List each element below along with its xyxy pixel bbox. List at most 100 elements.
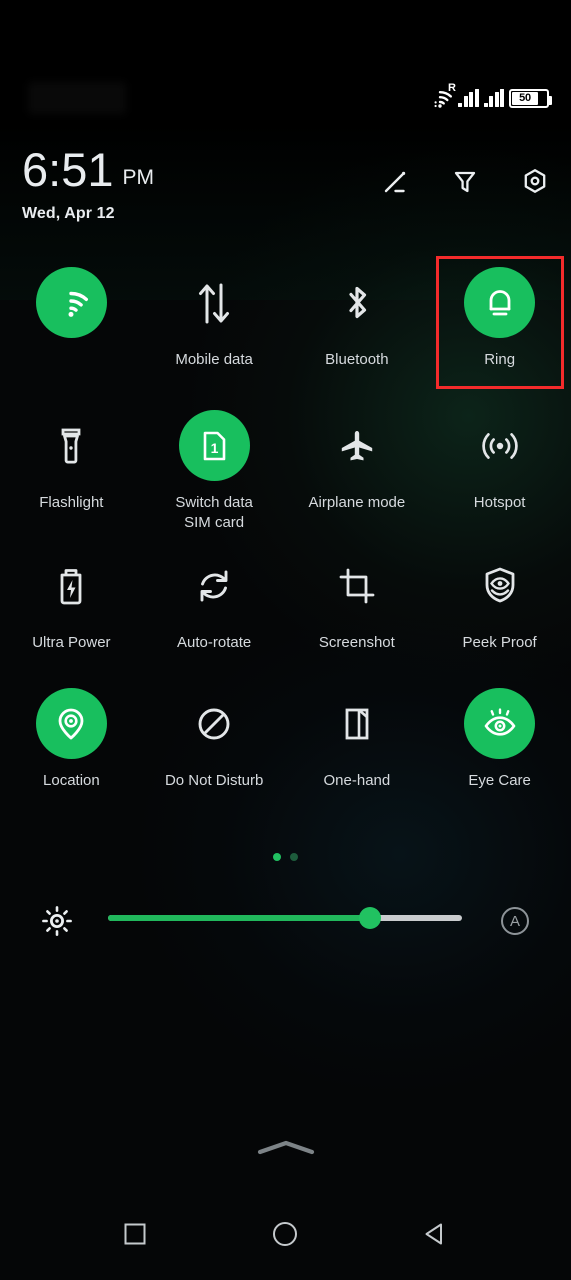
tile-row: Mobile data Bluetooth Ring: [0, 255, 571, 398]
clock: 6:51 PM: [22, 146, 154, 193]
auto-rotate-icon: [200, 570, 228, 601]
tile-label: Eye Care: [468, 772, 531, 789]
tile-icon-wrapper: 1: [178, 410, 250, 481]
tile-icon-wrapper: [464, 410, 535, 481]
bluetooth-icon: [349, 286, 366, 318]
page-indicator[interactable]: [0, 853, 571, 861]
page-dot-inactive[interactable]: [290, 853, 298, 861]
tile-label: Flashlight: [39, 494, 104, 511]
status-bar: R 50: [0, 78, 571, 118]
screenshot-crop-icon: [339, 568, 375, 603]
tile-label: Mobile data: [175, 351, 253, 368]
flashlight-icon: [61, 428, 81, 463]
svg-text:1: 1: [211, 440, 219, 456]
tile-one-hand[interactable]: One-hand: [286, 676, 429, 806]
tile-icon-wrapper: [36, 410, 107, 481]
panel-header: 6:51 PM Wed, Apr 12: [0, 146, 571, 236]
tile-icon-wrapper: [179, 688, 250, 759]
tile-airplane-mode[interactable]: Airplane mode: [286, 398, 429, 538]
clock-block: 6:51 PM Wed, Apr 12: [22, 146, 154, 223]
tile-mobile-data[interactable]: Mobile data: [143, 255, 286, 398]
clock-date-label: Wed, Apr 12: [22, 205, 115, 222]
tile-label: Hotspot: [473, 494, 526, 511]
tile-icon-wrapper: [321, 410, 392, 481]
tile-location[interactable]: Location: [0, 676, 143, 806]
tile-label: Switch data SIM card: [175, 494, 253, 531]
quick-settings-panel: R 50 6:51 PM Wed, Apr 12 Mobile data Blu…: [0, 0, 571, 1280]
brightness-control: A: [0, 898, 571, 942]
signal-bars-sim1-icon: [458, 89, 479, 107]
brightness-slider-fill: [108, 915, 370, 921]
battery-level-label: 50: [519, 91, 531, 104]
clock-time-label: 6:51: [22, 143, 114, 196]
tile-label: Do Not Disturb: [164, 772, 264, 789]
tile-row: Ultra Power Auto-rotate Screenshot Peek …: [0, 538, 571, 676]
wifi-icon: R: [427, 83, 456, 108]
tile-label: Auto-rotate: [177, 634, 252, 651]
header-actions: [377, 164, 553, 200]
tile-label: Airplane mode: [308, 494, 406, 511]
tile-hotspot[interactable]: Hotspot: [428, 398, 571, 538]
home-button[interactable]: [257, 1206, 313, 1262]
tile-flashlight[interactable]: Flashlight: [0, 398, 143, 538]
filter-icon[interactable]: [447, 164, 483, 200]
shield-eye-icon: [485, 567, 515, 602]
back-button[interactable]: [408, 1206, 464, 1262]
tile-row: Location Do Not Disturb One-hand Eye Car…: [0, 676, 571, 806]
battery-bolt-icon: [60, 568, 82, 604]
do-not-disturb-icon: [198, 708, 230, 739]
hotspot-icon: [481, 432, 518, 459]
tile-wifi[interactable]: [0, 255, 143, 398]
location-pin-icon: [58, 708, 84, 739]
sim-card-icon: 1: [203, 431, 226, 460]
tile-label: Location: [43, 772, 100, 789]
tile-eye-care[interactable]: Eye Care: [428, 676, 571, 806]
ring-bell-icon: [489, 289, 511, 315]
tile-icon-wrapper: [35, 688, 107, 759]
settings-gear-icon[interactable]: [517, 164, 553, 200]
quick-settings-tile-grid: Mobile data Bluetooth Ring Flashlight 1 …: [0, 255, 571, 806]
tile-ring[interactable]: Ring: [428, 255, 571, 398]
tile-icon-wrapper: [179, 267, 250, 338]
tile-bluetooth[interactable]: Bluetooth: [286, 255, 429, 398]
airplane-icon: [341, 430, 373, 460]
tile-icon-wrapper: [321, 550, 392, 621]
tile-switch-data-sim-card[interactable]: 1 Switch data SIM card: [143, 398, 286, 538]
tile-peek-proof[interactable]: Peek Proof: [428, 538, 571, 676]
navigation-bar: [0, 1188, 571, 1280]
tile-label: Screenshot: [318, 634, 395, 651]
collapse-chevron-handle-icon[interactable]: [0, 1132, 571, 1162]
signal-bars-sim2-icon: [483, 89, 504, 107]
edit-tiles-icon[interactable]: [377, 164, 413, 200]
tile-icon-wrapper: [321, 688, 392, 759]
eye-care-icon: [484, 707, 515, 736]
one-hand-icon: [345, 708, 369, 739]
tile-icon-wrapper: [464, 550, 535, 621]
tile-label: One-hand: [323, 772, 391, 789]
tile-label: Ultra Power: [32, 634, 111, 651]
brightness-sun-icon: [38, 902, 76, 940]
brightness-slider-thumb[interactable]: [358, 907, 381, 929]
tile-label: Ring: [484, 351, 516, 368]
tile-ultra-power[interactable]: Ultra Power: [0, 538, 143, 676]
roaming-indicator-label: R: [448, 82, 456, 94]
tile-icon-wrapper: [464, 267, 536, 338]
tile-label: Bluetooth: [325, 351, 389, 368]
tile-row: Flashlight 1 Switch data SIM card Airpla…: [0, 398, 571, 538]
tile-do-not-disturb[interactable]: Do Not Disturb: [143, 676, 286, 806]
tile-icon-wrapper: [35, 267, 107, 338]
tile-icon-wrapper: [179, 550, 250, 621]
mobile-data-icon: [199, 283, 230, 323]
tile-auto-rotate[interactable]: Auto-rotate: [143, 538, 286, 676]
brightness-slider[interactable]: [108, 907, 462, 929]
battery-icon: 50: [509, 88, 552, 108]
tile-icon-wrapper: [36, 550, 107, 621]
recents-button[interactable]: [107, 1206, 163, 1262]
tile-screenshot[interactable]: Screenshot: [286, 538, 429, 676]
auto-brightness-icon[interactable]: A: [498, 904, 532, 938]
clock-ampm-label: PM: [122, 166, 154, 189]
page-dot-active[interactable]: [273, 853, 281, 861]
tile-label: Peek Proof: [462, 634, 537, 651]
tile-icon-wrapper: [321, 267, 392, 338]
tile-icon-wrapper: [464, 688, 536, 759]
